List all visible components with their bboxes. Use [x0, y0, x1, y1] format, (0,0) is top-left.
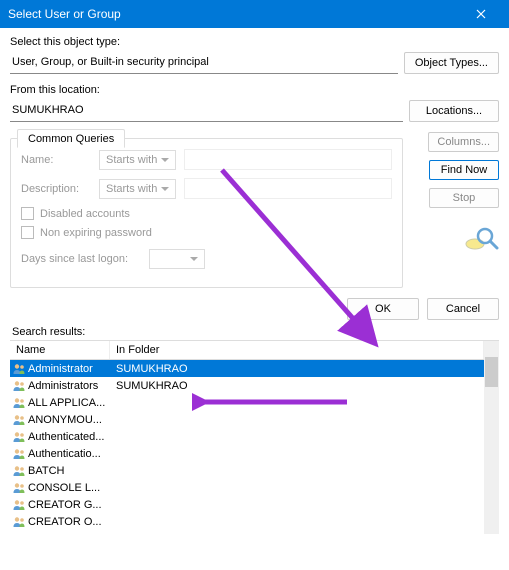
row-name: CREATOR G...	[10, 498, 110, 512]
row-folder: SUMUKHRAO	[110, 380, 484, 392]
tab-common-queries[interactable]: Common Queries	[17, 129, 125, 148]
close-button[interactable]	[461, 0, 501, 28]
row-name: Administrators	[10, 379, 110, 393]
row-name: ALL APPLICA...	[10, 396, 110, 410]
days-since-logon-select[interactable]	[149, 249, 205, 269]
scrollbar-thumb[interactable]	[485, 357, 498, 387]
table-row[interactable]: ANONYMOU...	[10, 411, 484, 428]
title-bar: Select User or Group	[0, 0, 509, 28]
disabled-accounts-checkbox[interactable]	[21, 207, 34, 220]
object-type-field[interactable]	[10, 53, 398, 74]
search-results-label: Search results:	[12, 326, 499, 338]
disabled-accounts-label: Disabled accounts	[40, 208, 130, 220]
row-name: Administrator	[10, 362, 110, 376]
description-input[interactable]	[184, 178, 392, 199]
description-operator-select[interactable]: Starts with	[99, 179, 176, 199]
object-types-button[interactable]: Object Types...	[404, 52, 499, 74]
cancel-button[interactable]: Cancel	[427, 298, 499, 320]
row-name: Authenticatio...	[10, 447, 110, 461]
name-operator-select[interactable]: Starts with	[99, 150, 176, 170]
non-expiring-checkbox[interactable]	[21, 226, 34, 239]
row-name: CREATOR O...	[10, 515, 110, 529]
row-name: ANONYMOU...	[10, 413, 110, 427]
table-row[interactable]: AdministratorsSUMUKHRAO	[10, 377, 484, 394]
non-expiring-label: Non expiring password	[40, 227, 152, 239]
locations-button[interactable]: Locations...	[409, 100, 499, 122]
results-scrollbar[interactable]	[484, 341, 499, 534]
stop-button[interactable]: Stop	[429, 188, 499, 208]
results-list: Name In Folder AdministratorSUMUKHRAOAdm…	[10, 340, 499, 534]
row-name: Authenticated...	[10, 430, 110, 444]
table-row[interactable]: CONSOLE L...	[10, 479, 484, 496]
search-illustration-icon	[465, 226, 499, 255]
table-row[interactable]: CREATOR O...	[10, 513, 484, 530]
find-now-button[interactable]: Find Now	[429, 160, 499, 180]
table-row[interactable]: Authenticatio...	[10, 445, 484, 462]
location-field[interactable]	[10, 101, 403, 122]
description-label: Description:	[21, 183, 91, 195]
table-row[interactable]: ALL APPLICA...	[10, 394, 484, 411]
object-type-label: Select this object type:	[10, 36, 499, 48]
row-name: BATCH	[10, 464, 110, 478]
columns-button[interactable]: Columns...	[428, 132, 499, 152]
row-folder: SUMUKHRAO	[110, 363, 484, 375]
table-row[interactable]: CREATOR G...	[10, 496, 484, 513]
name-input[interactable]	[184, 149, 392, 170]
table-row[interactable]: BATCH	[10, 462, 484, 479]
results-header: Name In Folder	[10, 341, 484, 360]
column-name-header[interactable]: Name	[10, 341, 110, 359]
name-label: Name:	[21, 154, 91, 166]
window-title: Select User or Group	[8, 7, 121, 21]
ok-button[interactable]: OK	[347, 298, 419, 320]
row-name: CONSOLE L...	[10, 481, 110, 495]
days-since-logon-label: Days since last logon:	[21, 253, 141, 265]
dialog-content: Select this object type: Object Types...…	[0, 28, 509, 542]
column-folder-header[interactable]: In Folder	[110, 341, 484, 359]
close-icon	[476, 9, 486, 19]
table-row[interactable]: AdministratorSUMUKHRAO	[10, 360, 484, 377]
location-label: From this location:	[10, 84, 499, 96]
table-row[interactable]: Authenticated...	[10, 428, 484, 445]
